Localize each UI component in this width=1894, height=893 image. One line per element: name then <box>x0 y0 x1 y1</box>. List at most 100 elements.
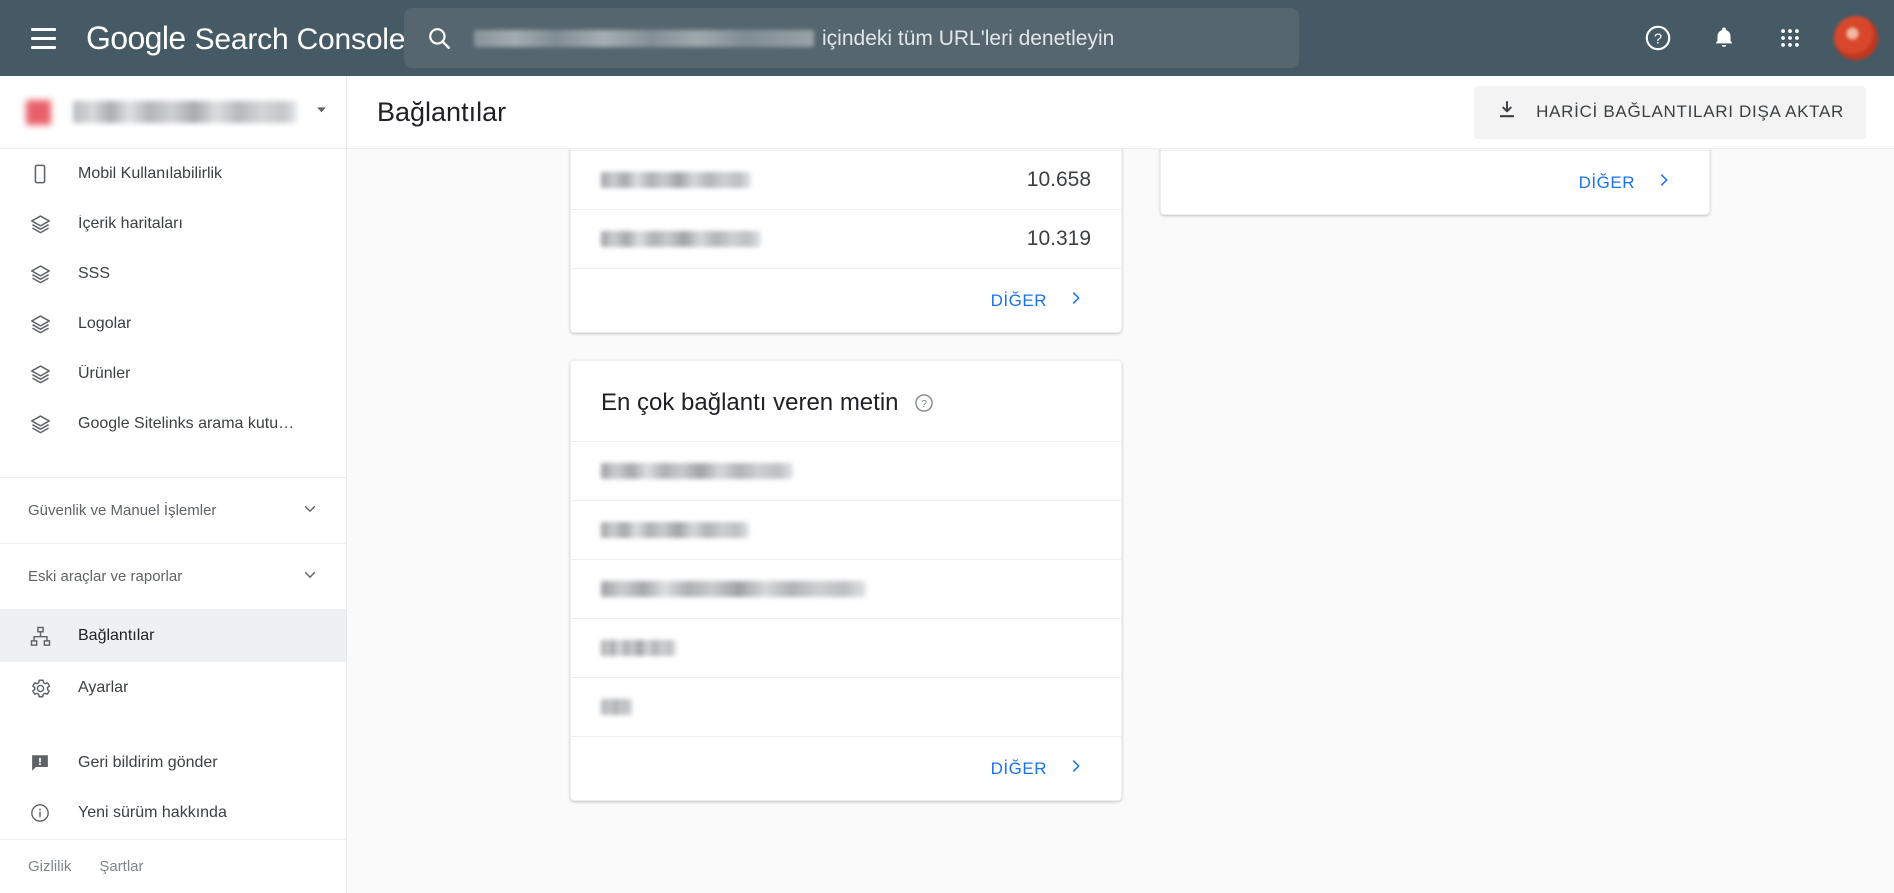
more-link-label: DİĞER <box>1578 172 1635 192</box>
chevron-right-icon <box>1067 757 1085 780</box>
sidebar-footer-links: Gizlilik Şartlar <box>0 839 346 893</box>
more-link-label: DİĞER <box>990 290 1047 310</box>
table-row[interactable]: 10.658 <box>571 150 1121 209</box>
layers-icon <box>28 212 52 236</box>
card-title-label: En çok bağlantı veren metin <box>601 389 899 416</box>
layers-icon <box>28 262 52 286</box>
property-name-redacted <box>73 101 297 123</box>
row-label-redacted <box>601 172 751 188</box>
sidebar-item-urunler[interactable]: Ürünler <box>0 349 346 399</box>
hamburger-line <box>30 27 56 31</box>
table-row[interactable] <box>571 559 1121 618</box>
page-header: Bağlantılar HARİCİ BAĞLANTILARI DIŞA AKT… <box>347 76 1894 149</box>
sidebar-item-label: İçerik haritaları <box>78 215 183 232</box>
row-value: 10.658 <box>1026 168 1091 191</box>
more-link-label: DİĞER <box>990 758 1047 778</box>
top-linking-sites-card: 10.658 10.319 DİĞER <box>570 149 1122 333</box>
more-link[interactable]: DİĞER <box>991 289 1085 312</box>
sidebar-item-label: Yeni sürüm hakkında <box>78 804 227 821</box>
top-linking-pages-card: DİĞER <box>1160 149 1710 215</box>
terms-link[interactable]: Şartlar <box>99 858 143 875</box>
row-label-redacted <box>601 640 676 656</box>
hamburger-icon[interactable] <box>14 9 72 67</box>
search-icon <box>426 25 452 51</box>
sidebar-item-baglantilar[interactable]: Bağlantılar <box>0 610 346 662</box>
chevron-right-icon <box>1067 289 1085 312</box>
card-title: En çok bağlantı veren metin ? <box>571 361 1121 441</box>
privacy-link[interactable]: Gizlilik <box>28 858 71 875</box>
sidebar-item-label: SSS <box>78 265 111 282</box>
sidebar-item-logolar[interactable]: Logolar <box>0 299 346 349</box>
row-label-redacted <box>601 463 793 479</box>
top-linking-text-card: En çok bağlantı veren metin ? DİĞER <box>570 360 1122 801</box>
layers-icon <box>28 412 52 436</box>
table-row[interactable] <box>571 441 1121 500</box>
row-value: 10.319 <box>1026 227 1091 250</box>
sidebar-item-label: Bağlantılar <box>78 627 155 644</box>
row-label-redacted <box>601 522 749 538</box>
brand-google-text: Google <box>86 19 186 56</box>
more-link[interactable]: DİĞER <box>991 757 1085 780</box>
sidebar-item-geri-bildirim-gonder[interactable]: Geri bildirim gönder <box>0 738 346 788</box>
card-footer: DİĞER <box>571 268 1121 332</box>
property-favicon <box>26 99 51 125</box>
row-label-redacted <box>601 699 632 715</box>
main-content: 10.658 10.319 DİĞER DİĞER En çok bağlant… <box>348 149 1894 893</box>
table-row[interactable]: 10.319 <box>571 209 1121 268</box>
help-circle-icon[interactable]: ? <box>1632 12 1684 64</box>
card-footer: DİĞER <box>571 736 1121 800</box>
brand-logo[interactable]: Google Search Console <box>86 20 405 57</box>
bell-icon[interactable] <box>1698 12 1750 64</box>
sidebar-section-guvenlik-ve-manuel-islemler[interactable]: Güvenlik ve Manuel İşlemler <box>0 477 346 543</box>
page-title: Bağlantılar <box>377 96 507 127</box>
feedback-icon <box>28 751 52 775</box>
sitemap-icon <box>28 624 52 648</box>
sidebar-item-label: Ayarlar <box>78 679 129 696</box>
top-bar-actions: ? <box>1632 0 1878 76</box>
sidebar-section-eski-araclar-ve-raporlar[interactable]: Eski araçlar ve raporlar <box>0 543 346 609</box>
sidebar-item-mobil-kullanilabilirlik[interactable]: Mobil Kullanılabilirlik <box>0 149 346 199</box>
table-row[interactable] <box>571 500 1121 559</box>
sidebar-item-yeni-surum-hakkinda[interactable]: Yeni sürüm hakkında <box>0 788 346 838</box>
gear-icon <box>28 676 52 700</box>
export-button-label: HARİCİ BAĞLANTILARI DIŞA AKTAR <box>1536 102 1844 121</box>
card-footer: DİĞER <box>1161 150 1709 214</box>
sidebar-item-icerik-haritalari[interactable]: İçerik haritaları <box>0 199 346 249</box>
chevron-down-icon <box>300 565 320 589</box>
sidebar-item-label: Logolar <box>78 315 132 332</box>
sidebar-item-label: Ürünler <box>78 365 131 382</box>
sidebar-section-label: Güvenlik ve Manuel İşlemler <box>28 502 217 519</box>
sidebar-item-label: Mobil Kullanılabilirlik <box>78 165 223 182</box>
top-app-bar: Google Search Console içindeki tüm URL'l… <box>0 0 1894 76</box>
sidebar-item-label: Geri bildirim gönder <box>78 754 218 771</box>
svg-text:?: ? <box>1654 31 1662 47</box>
more-link[interactable]: DİĞER <box>1579 171 1673 194</box>
layers-icon <box>28 312 52 336</box>
avatar[interactable] <box>1834 16 1878 60</box>
sidebar-item-ayarlar[interactable]: Ayarlar <box>0 662 346 714</box>
apps-grid-icon[interactable] <box>1764 12 1816 64</box>
property-selector[interactable] <box>0 76 346 149</box>
table-row[interactable] <box>571 618 1121 677</box>
info-circle-icon <box>28 801 52 825</box>
search-redacted-property <box>474 29 814 47</box>
row-label-redacted <box>601 581 866 597</box>
layers-icon <box>28 362 52 386</box>
hamburger-line <box>30 45 56 49</box>
chevron-right-icon <box>1655 171 1673 194</box>
table-row[interactable] <box>571 677 1121 736</box>
sidebar: Mobil Kullanılabilirlik İçerik haritalar… <box>0 76 347 893</box>
svg-text:?: ? <box>921 398 927 410</box>
hamburger-line <box>30 36 56 40</box>
sidebar-item-google-sitelinks-arama-kutusu[interactable]: Google Sitelinks arama kutu… <box>0 399 346 449</box>
chevron-down-icon <box>313 101 330 123</box>
help-circle-icon[interactable]: ? <box>913 392 935 414</box>
sidebar-item-sss[interactable]: SSS <box>0 249 346 299</box>
sidebar-section-label: Eski araçlar ve raporlar <box>28 568 183 585</box>
url-inspection-search-input[interactable]: içindeki tüm URL'leri denetleyin <box>404 8 1299 68</box>
download-icon <box>1496 99 1518 126</box>
search-placeholder-text: içindeki tüm URL'leri denetleyin <box>822 26 1115 50</box>
export-external-links-button[interactable]: HARİCİ BAĞLANTILARI DIŞA AKTAR <box>1474 85 1866 139</box>
